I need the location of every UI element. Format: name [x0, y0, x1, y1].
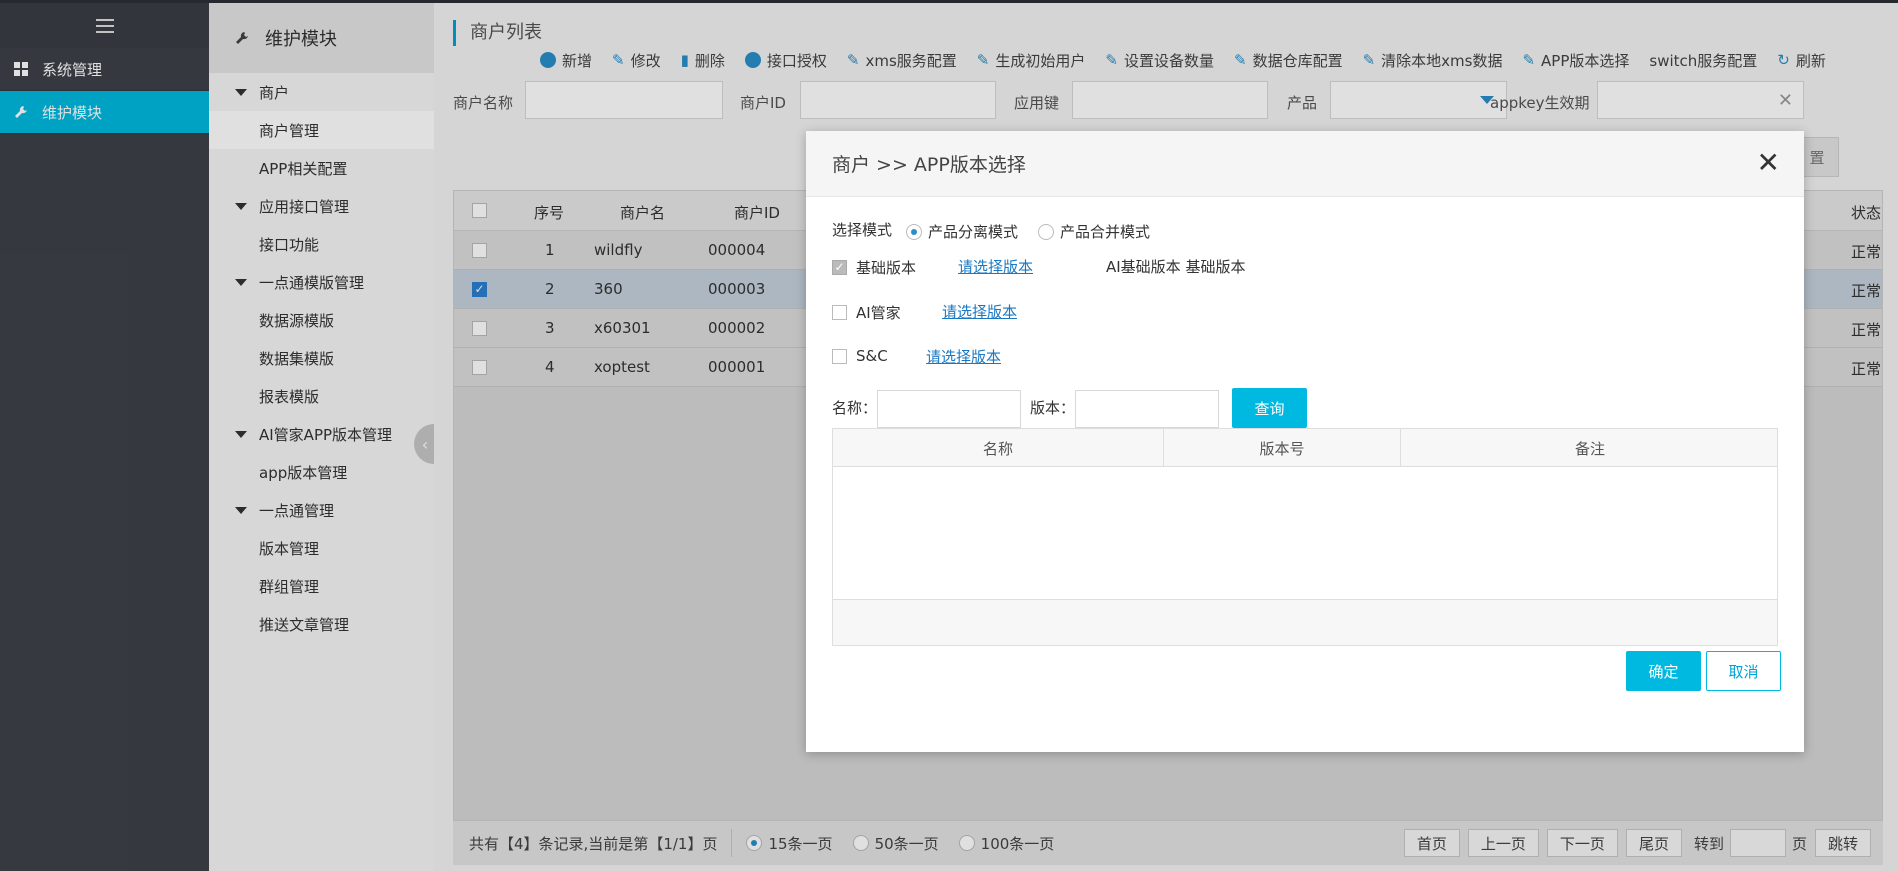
mode-option-separate[interactable]: 产品分离模式 [906, 221, 1018, 242]
col-header-remark: 备注 [1574, 439, 1605, 458]
dialog-title: 商户 >> APP版本选择 [832, 154, 1026, 176]
checkbox[interactable]: ✓ [832, 260, 847, 275]
radio[interactable] [906, 223, 922, 240]
search-name-input[interactable] [877, 390, 1021, 428]
select-version-link[interactable]: 请选择版本 [942, 301, 1017, 322]
col-header-version: 版本号 [1164, 429, 1401, 467]
query-button[interactable]: 查询 [1232, 388, 1307, 428]
app-version-dialog: 商户 >> APP版本选择 ✕ 选择模式 产品分离模式 产品合并模式 ✓ 基础版本… [806, 131, 1804, 752]
product-basic-checkbox[interactable]: ✓ 基础版本 [832, 257, 916, 278]
version-table: 名称 版本号 备注 [832, 428, 1778, 646]
close-icon[interactable]: ✕ [1757, 149, 1780, 177]
mode-label: 选择模式 [832, 221, 893, 239]
mode-option-merge[interactable]: 产品合并模式 [1038, 221, 1150, 242]
col-header-name: 名称 [833, 429, 1164, 467]
cancel-button[interactable]: 取消 [1706, 651, 1781, 691]
dialog-header: 商户 >> APP版本选择 ✕ [806, 131, 1804, 197]
search-version-input[interactable] [1075, 390, 1219, 428]
radio[interactable] [1038, 223, 1054, 240]
checkbox[interactable] [832, 348, 847, 364]
selected-version-text: AI基础版本 基础版本 [1106, 258, 1246, 276]
checkbox[interactable] [832, 305, 847, 320]
select-version-link[interactable]: 请选择版本 [926, 346, 1001, 367]
version-table-header: 名称 版本号 备注 [833, 429, 1777, 467]
product-sc-checkbox[interactable]: S&C [832, 347, 888, 365]
confirm-button[interactable]: 确定 [1626, 651, 1701, 691]
version-table-footer [833, 599, 1777, 645]
search-name-label: 名称： [832, 399, 878, 417]
product-ai-checkbox[interactable]: AI管家 [832, 302, 901, 323]
select-version-link[interactable]: 请选择版本 [958, 256, 1033, 277]
search-version-label: 版本： [1030, 399, 1076, 417]
